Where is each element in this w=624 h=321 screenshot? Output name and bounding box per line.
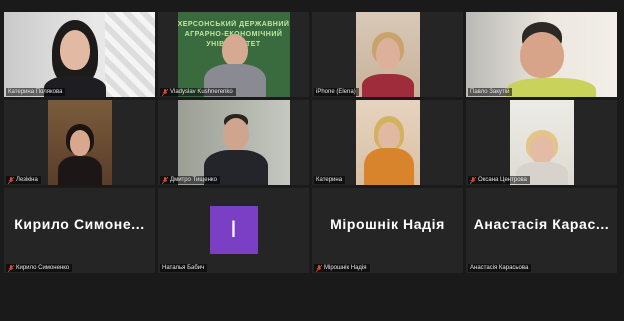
participant-name-label: Кирило Симоненко — [6, 264, 73, 272]
participant-name-label: Vladyslav Kushnerenko — [160, 88, 236, 96]
participant-name-label: Мірошнік Надія — [314, 264, 370, 272]
participant-name-label: Катерина — [314, 176, 346, 184]
avatar-initial: I — [230, 216, 237, 243]
participant-name-label: Дмитро Тищенко — [160, 176, 220, 184]
participant-video — [47, 100, 112, 185]
participant-name-label: Катерина Полякова — [6, 88, 66, 96]
participant-video — [509, 100, 574, 185]
participant-tile[interactable]: Лезікіна — [4, 100, 155, 185]
participant-tile[interactable]: Анастасія Карас... Анастасія Карасьова — [466, 188, 617, 273]
participant-tile[interactable]: Дмитро Тищенко — [158, 100, 309, 185]
participant-name: Лезікіна — [16, 177, 38, 183]
participant-tile[interactable]: Катерина — [312, 100, 463, 185]
participant-name-label: Лезікіна — [6, 176, 41, 184]
participant-name-label: Наталья Бабич — [160, 264, 208, 272]
participant-tile[interactable]: iPhone (Elena) — [312, 12, 463, 97]
participant-name-label: iPhone (Elena) — [314, 88, 359, 96]
muted-mic-icon — [162, 88, 168, 96]
participant-name: Оксана Центрова — [478, 177, 527, 183]
participant-name: iPhone (Elena) — [316, 89, 356, 95]
muted-mic-icon — [316, 264, 322, 272]
participant-tile[interactable]: Оксана Центрова — [466, 100, 617, 185]
participant-name: Дмитро Тищенко — [170, 177, 217, 183]
participant-video: ХЕРСОНСЬКИЙ ДЕРЖАВНИЙ АГРАРНО-ЕКОНОМІЧНИ… — [177, 12, 290, 97]
muted-mic-icon — [8, 264, 14, 272]
participant-name: Павло Закутій — [470, 89, 510, 95]
participant-name: Наталья Бабич — [162, 265, 205, 271]
participant-display-name: Мірошнік Надія — [330, 216, 445, 232]
participant-name: Кирило Симоненко — [16, 265, 70, 271]
participant-display-name: Анастасія Карас... — [473, 216, 610, 232]
participant-tile[interactable]: Мірошнік Надія Мірошнік Надія — [312, 188, 463, 273]
participant-tile[interactable]: Кирило Симоне... Кирило Симоненко — [4, 188, 155, 273]
muted-mic-icon — [8, 176, 14, 184]
video-gallery: Катерина Полякова ХЕРСОНСЬКИЙ ДЕРЖАВНИЙ … — [4, 12, 617, 273]
participant-video — [355, 100, 420, 185]
participant-video — [4, 12, 155, 97]
participant-name-label: Оксана Центрова — [468, 176, 530, 184]
participant-video — [466, 12, 617, 97]
muted-mic-icon — [470, 176, 476, 184]
participant-tile[interactable]: ХЕРСОНСЬКИЙ ДЕРЖАВНИЙ АГРАРНО-ЕКОНОМІЧНИ… — [158, 12, 309, 97]
participant-name: Анастасія Карасьова — [470, 265, 529, 271]
participant-name: Катерина — [316, 177, 343, 183]
participant-avatar: I — [209, 206, 258, 254]
participant-tile[interactable]: Катерина Полякова — [4, 12, 155, 97]
participant-name-label: Павло Закутій — [468, 88, 513, 96]
participant-name: Катерина Полякова — [8, 89, 63, 95]
participant-tile[interactable]: I Наталья Бабич — [158, 188, 309, 273]
participant-name: Мірошнік Надія — [324, 265, 367, 271]
muted-mic-icon — [162, 176, 168, 184]
participant-video — [177, 100, 290, 185]
participant-tile[interactable]: Павло Закутій — [466, 12, 617, 97]
participant-name-label: Анастасія Карасьова — [468, 264, 532, 272]
participant-name: Vladyslav Kushnerenko — [170, 89, 233, 95]
participant-display-name: Кирило Симоне... — [14, 216, 145, 232]
participant-video — [355, 12, 420, 97]
